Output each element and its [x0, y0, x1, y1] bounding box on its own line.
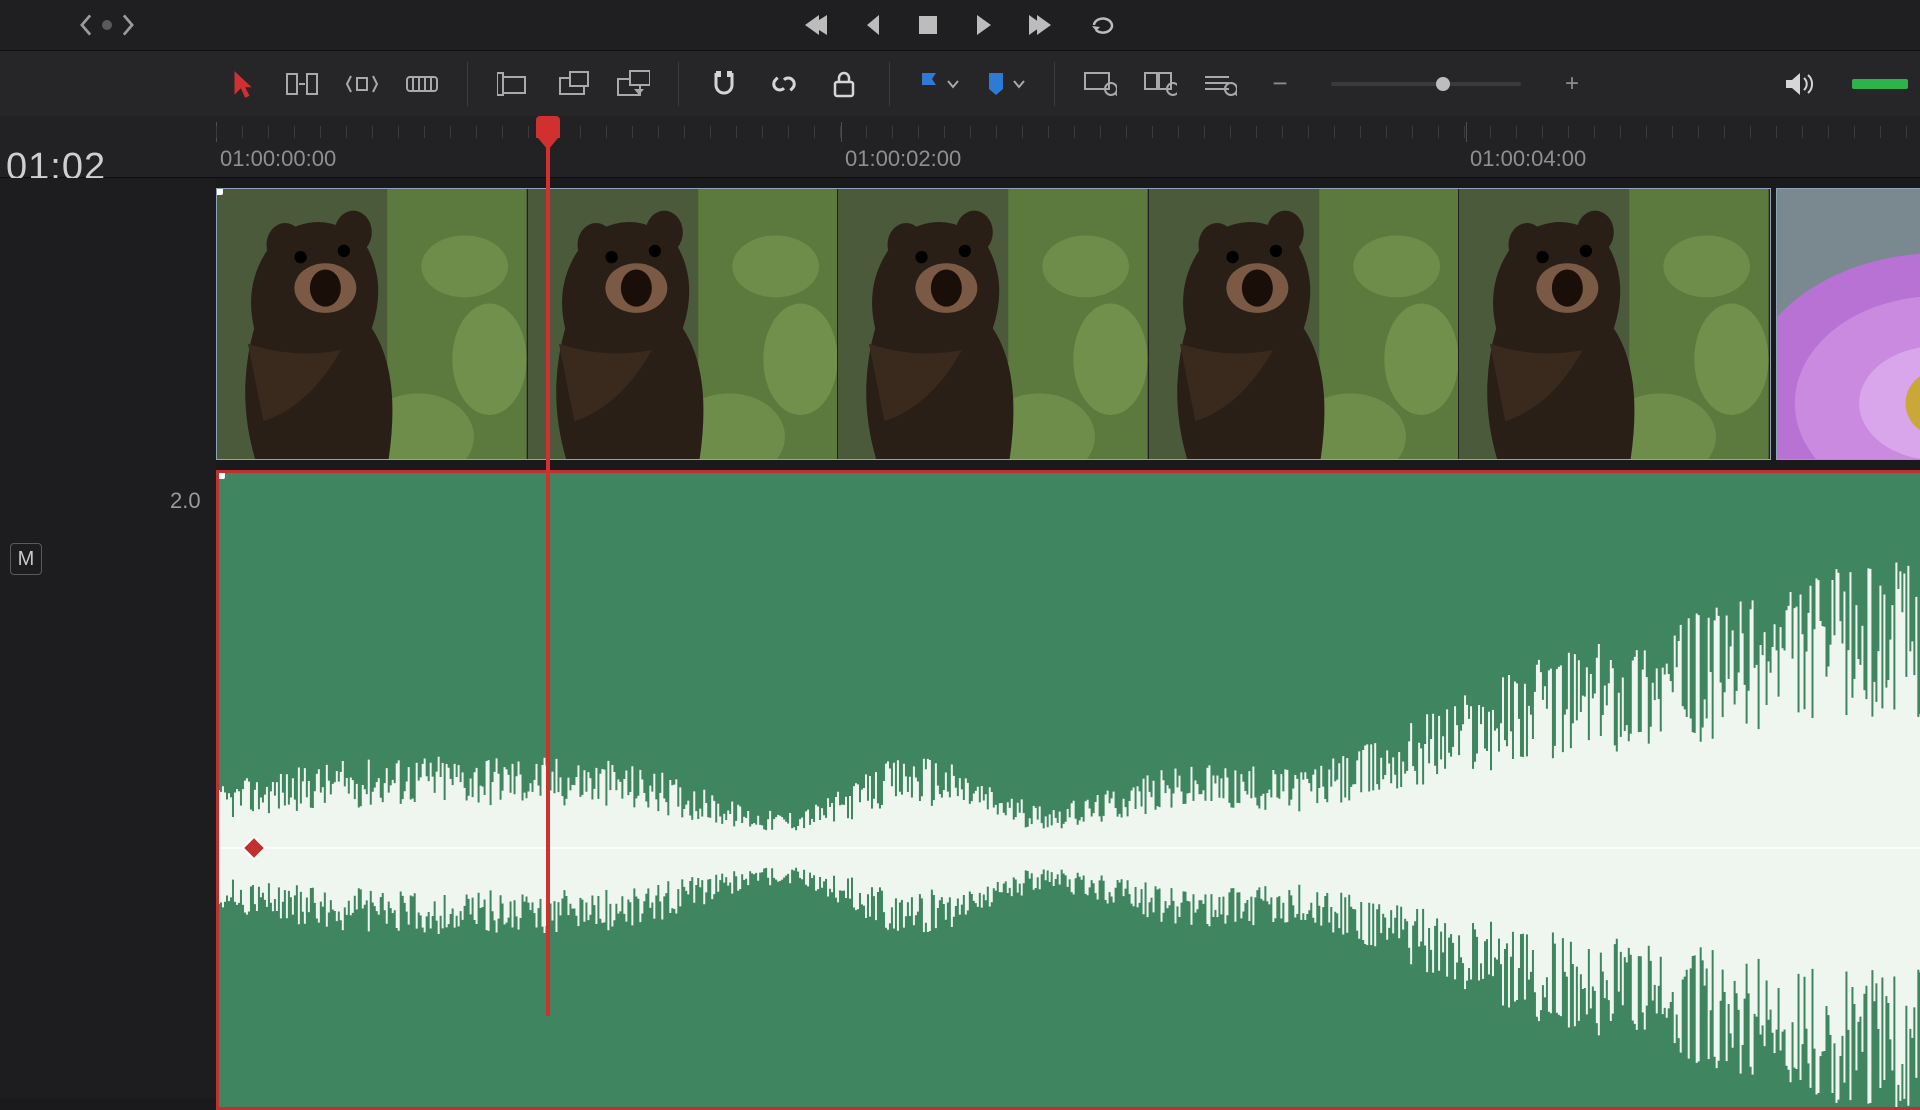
go-start-button[interactable] — [801, 13, 829, 37]
playhead-cap-icon[interactable] — [536, 116, 560, 138]
trim-tool-button[interactable] — [285, 67, 319, 101]
audio-midline — [219, 847, 1920, 849]
audio-gain-label: 2.0 — [170, 488, 201, 514]
history-back-button[interactable] — [78, 14, 94, 36]
blade-tool-button[interactable] — [405, 67, 439, 101]
flag-dropdown[interactable] — [918, 70, 960, 98]
insert-clip-button[interactable] — [496, 67, 530, 101]
stop-button[interactable] — [917, 14, 939, 36]
clip-handle-icon[interactable] — [216, 188, 223, 195]
zoom-slider[interactable] — [1331, 82, 1521, 86]
zoom-in-button[interactable]: + — [1555, 67, 1589, 101]
link-button[interactable] — [767, 67, 801, 101]
toolbar-separator — [467, 62, 468, 106]
marker-dropdown[interactable] — [986, 71, 1026, 97]
replace-clip-button[interactable] — [616, 67, 650, 101]
zoom-custom-button[interactable] — [1203, 67, 1237, 101]
video-clip[interactable]: bear-3400641_1920.jpg — [216, 188, 1771, 460]
track-headers: 2.0 M — [0, 178, 216, 1098]
snap-button[interactable] — [707, 67, 741, 101]
toolbar-separator — [889, 62, 890, 106]
volume-meter — [1852, 79, 1908, 89]
toolbar-separator — [1054, 62, 1055, 106]
audio-track[interactable] — [216, 470, 1920, 1110]
overwrite-clip-button[interactable] — [556, 67, 590, 101]
mute-button-label: M — [18, 548, 35, 571]
bear-thumbnail-icon — [1459, 189, 1770, 460]
zoom-full-button[interactable] — [1083, 67, 1117, 101]
bear-thumbnail-icon — [217, 189, 528, 460]
history-dot-icon — [102, 20, 112, 30]
bear-thumbnail-icon — [838, 189, 1149, 460]
ruler-tick-label: 01:00:00:00 — [220, 146, 336, 172]
history-forward-button[interactable] — [120, 14, 136, 36]
ruler-tick-label: 01:00:02:00 — [845, 146, 961, 172]
ruler-tick-label: 01:00:04:00 — [1470, 146, 1586, 172]
go-end-button[interactable] — [1027, 13, 1055, 37]
volume-icon[interactable] — [1782, 67, 1816, 101]
selection-tool-button[interactable] — [225, 67, 259, 101]
mute-button[interactable]: M — [10, 543, 42, 575]
video-clip[interactable]: bee-56180 — [1776, 188, 1920, 460]
loop-button[interactable] — [1089, 13, 1119, 37]
zoom-detail-button[interactable] — [1143, 67, 1177, 101]
audio-clip[interactable] — [216, 470, 1920, 1110]
bear-thumbnail-icon — [1149, 189, 1460, 460]
lock-button[interactable] — [827, 67, 861, 101]
bee-thumbnail-icon — [1777, 189, 1920, 460]
toolbar-separator — [678, 62, 679, 106]
timeline-toolbar: − + — [0, 50, 1920, 116]
playhead[interactable] — [546, 116, 550, 1016]
bear-thumbnail-icon — [528, 189, 839, 460]
audio-waveform — [219, 473, 1920, 1110]
dynamic-trim-button[interactable] — [345, 67, 379, 101]
play-button[interactable] — [973, 13, 993, 37]
zoom-slider-thumb[interactable] — [1436, 77, 1450, 91]
timeline-ruler[interactable]: 01:00:00:00 01:00:02:00 01:00:04:00 — [216, 116, 1920, 177]
video-track[interactable]: bear-3400641_1920.jpg bee-56180 — [216, 188, 1920, 460]
zoom-out-button[interactable]: − — [1263, 67, 1297, 101]
step-back-button[interactable] — [863, 13, 883, 37]
